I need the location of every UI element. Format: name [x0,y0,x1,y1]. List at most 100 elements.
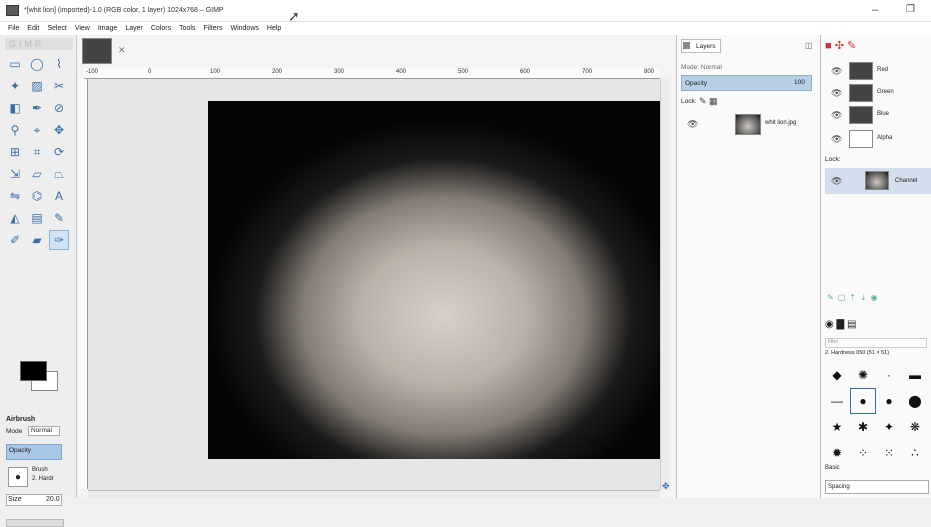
brush-thumb[interactable]: ⁘ [851,441,875,465]
dock-tabs-icons[interactable]: ■ ✣ ✎ [825,39,856,52]
ellipse-select-tool-icon[interactable]: ◯ [28,55,46,73]
paths-tool-icon[interactable]: ✒ [28,99,46,117]
visibility-eye-icon[interactable]: 👁 [831,88,842,99]
horizontal-ruler[interactable]: -100 0 100 200 300 400 500 600 700 800 [84,68,660,79]
visibility-eye-icon[interactable]: 👁 [831,66,842,77]
brush-thumb[interactable]: ⬤ [903,389,927,413]
close-icon[interactable]: ✕ [118,45,126,56]
wilber-drop-area[interactable]: GIMP [5,38,73,50]
foreground-select-tool-icon[interactable]: ◧ [6,99,24,117]
brush-thumb[interactable]: ▬ [903,363,927,387]
brush-thumb[interactable]: ⁙ [877,441,901,465]
minimize-button[interactable]: – [872,4,878,16]
layers-lock-label: Lock: [681,98,697,105]
move-tool-icon[interactable]: ✥ [50,121,68,139]
visibility-eye-icon[interactable]: 👁 [831,134,842,145]
spacing-slider[interactable]: Spacing [825,480,929,494]
blend-tool-icon[interactable]: ▤ [28,209,46,227]
navigate-icon[interactable]: ✥ [662,481,670,492]
channel-action-icons[interactable]: ✎▢⇡⇣◉ [827,293,882,302]
visibility-eye-icon[interactable]: 👁 [687,119,698,130]
shear-tool-icon[interactable]: ▱ [28,165,46,183]
tool-grid: ▭ ◯ ⌇ ✦ ▨ ✂ ◧ ✒ ⊘ ⚲ ⌖ ✥ ⊞ ⌗ ⟳ ⇲ ▱ ⏢ ⇋ ⌬ A ◭ ▤ ✎ ✐ ▰ ✑ [6,55,72,253]
brush-thumb[interactable]: · [877,363,901,387]
opacity-slider[interactable]: Opacity [6,444,62,460]
scissors-tool-icon[interactable]: ✂ [50,77,68,95]
brush-thumb[interactable]: ✺ [851,363,875,387]
visibility-eye-icon[interactable]: 👁 [831,110,842,121]
tool-options-tab-bar [8,397,73,409]
menu-view[interactable]: View [75,25,90,32]
text-tool-icon[interactable]: A [50,187,68,205]
menu-filters[interactable]: Filters [203,25,222,32]
mode-select[interactable]: Normal [28,426,60,436]
layer-row[interactable]: 👁 whit lion.jpg [681,113,817,139]
fuzzy-select-tool-icon[interactable]: ✦ [6,77,24,95]
brush-thumb[interactable]: — [825,389,849,413]
vertical-scrollbar[interactable] [660,79,670,490]
brush-pattern-gradient-tabs[interactable]: ◉ ▇ ▤ [825,319,856,330]
menu-tools[interactable]: Tools [179,25,195,32]
brush-thumb[interactable]: ◆ [825,363,849,387]
menu-help[interactable]: Help [267,25,281,32]
brush-thumb[interactable]: ✦ [877,415,901,439]
brush-thumb[interactable]: ❋ [903,415,927,439]
brush-thumb[interactable]: ✱ [851,415,875,439]
scale-tool-icon[interactable]: ⇲ [6,165,24,183]
selected-channel-row[interactable]: 👁 Channel [825,168,931,194]
layer-name: whit lion.jpg [765,120,797,126]
lion-image[interactable] [208,101,660,459]
brush-thumb[interactable]: ∴ [903,441,927,465]
visibility-eye-icon[interactable]: 👁 [831,176,842,187]
channels-lock-label: Lock: [825,156,841,163]
menu-select[interactable]: Select [47,25,66,32]
measure-tool-icon[interactable]: ⌖ [28,121,46,139]
menu-edit[interactable]: Edit [27,25,39,32]
zoom-tool-icon[interactable]: ⚲ [6,121,24,139]
lock-icon[interactable]: ✎ ▦ [699,96,718,107]
flip-tool-icon[interactable]: ⇋ [6,187,24,205]
menu-file[interactable]: File [8,25,19,32]
eraser-tool-icon[interactable]: ▰ [28,231,46,249]
align-tool-icon[interactable]: ⊞ [6,143,24,161]
menu-colors[interactable]: Colors [151,25,171,32]
tool-options-title: Airbrush [6,416,36,423]
menu-image[interactable]: Image [98,25,117,32]
channel-row[interactable]: 👁 Blue [825,105,931,125]
toolbox-scrollbar[interactable] [6,519,64,527]
color-picker-tool-icon[interactable]: ⊘ [50,99,68,117]
channel-row[interactable]: 👁 Green [825,83,931,103]
image-window: ✕ -100 0 100 200 300 400 500 600 700 800 ✥ [78,35,676,498]
menu-layer[interactable]: Layer [125,25,143,32]
dock-menu-icon[interactable]: ◫ [805,41,813,50]
layers-opacity-slider[interactable]: Opacity [681,75,812,91]
foreground-color-swatch[interactable] [20,361,47,381]
bucket-fill-tool-icon[interactable]: ◭ [6,209,24,227]
paintbrush-tool-icon[interactable]: ✐ [6,231,24,249]
brush-thumb[interactable]: ● [877,389,901,413]
brush-name: 2. Hardr [32,476,54,482]
pencil-tool-icon[interactable]: ✎ [50,209,68,227]
brush-thumb[interactable]: ✹ [825,441,849,465]
free-select-tool-icon[interactable]: ⌇ [50,55,68,73]
horizontal-scrollbar[interactable] [88,490,660,498]
brush-preview-button[interactable]: ● [8,467,28,487]
image-tab-thumbnail[interactable] [82,38,112,64]
vertical-ruler[interactable] [78,79,88,489]
brush-thumb[interactable]: ★ [825,415,849,439]
crop-tool-icon[interactable]: ⌗ [28,143,46,161]
menu-bar: File Edit Select View Image Layer Colors… [0,22,931,35]
by-color-select-tool-icon[interactable]: ▨ [28,77,46,95]
channel-row[interactable]: 👁 Alpha [825,129,931,149]
layers-mode[interactable]: Mode: Normal [681,64,722,71]
rect-select-tool-icon[interactable]: ▭ [6,55,24,73]
menu-windows[interactable]: Windows [230,25,258,32]
channel-row[interactable]: 👁 Red [825,61,931,81]
rotate-tool-icon[interactable]: ⟳ [50,143,68,161]
cage-tool-icon[interactable]: ⌬ [28,187,46,205]
restore-button[interactable]: ❐ [906,4,915,15]
brush-thumb[interactable]: ● [850,388,876,414]
airbrush-tool-icon[interactable]: ✑ [49,230,69,250]
perspective-tool-icon[interactable]: ⏢ [50,165,68,183]
brush-filter-input[interactable]: filter [825,338,927,348]
